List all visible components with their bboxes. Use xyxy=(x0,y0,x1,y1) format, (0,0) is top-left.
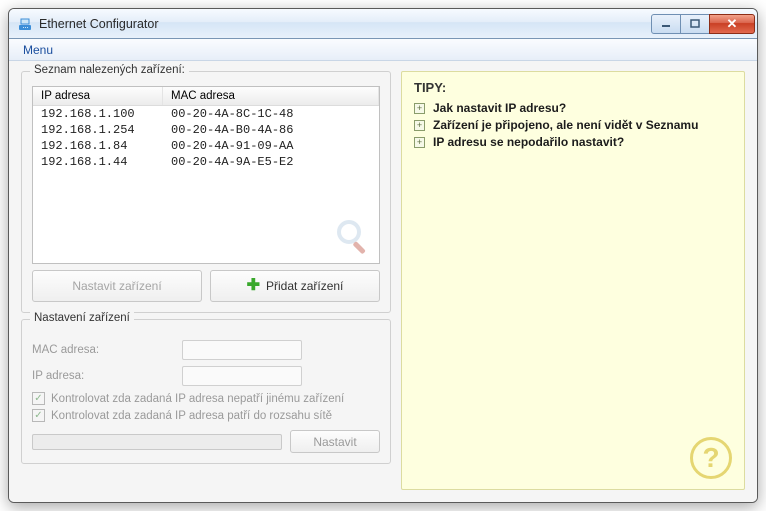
content: Seznam nalezených zařízení: IP adresa MA… xyxy=(9,61,757,502)
minimize-button[interactable] xyxy=(651,14,681,34)
expand-icon: + xyxy=(414,103,425,114)
settings-group: Nastavení zařízení MAC adresa: IP adresa… xyxy=(21,319,391,464)
col-mac-header[interactable]: MAC adresa xyxy=(163,87,379,105)
device-list-legend: Seznam nalezených zařízení: xyxy=(30,64,189,76)
tip-item[interactable]: +Jak nastavit IP adresu? xyxy=(414,101,732,115)
set-button[interactable]: Nastavit xyxy=(290,430,380,453)
window-buttons: ✕ xyxy=(652,14,755,34)
maximize-button[interactable] xyxy=(680,14,710,34)
add-device-button[interactable]: ✚ Přidat zařízení xyxy=(210,270,380,302)
window-title: Ethernet Configurator xyxy=(39,17,652,31)
menubar: Menu xyxy=(9,39,757,61)
cell-mac: 00-20-4A-91-09-AA xyxy=(163,138,379,154)
expand-icon: + xyxy=(414,137,425,148)
configure-device-button[interactable]: Nastavit zařízení xyxy=(32,270,202,302)
check-ip-conflict[interactable]: ✓ Kontrolovat zda zadaná IP adresa nepat… xyxy=(32,392,380,405)
cell-ip: 192.168.1.84 xyxy=(33,138,163,154)
ip-label: IP adresa: xyxy=(32,370,174,382)
ip-input[interactable] xyxy=(182,366,302,386)
expand-icon: + xyxy=(414,120,425,131)
mac-input[interactable] xyxy=(182,340,302,360)
tips-panel: TIPY: +Jak nastavit IP adresu? +Zařízení … xyxy=(401,71,745,490)
tip-item[interactable]: +IP adresu se nepodařilo nastavit? xyxy=(414,135,732,149)
checkbox-icon: ✓ xyxy=(32,392,45,405)
mac-label: MAC adresa: xyxy=(32,344,174,356)
left-panel: Seznam nalezených zařízení: IP adresa MA… xyxy=(21,71,391,490)
close-button[interactable]: ✕ xyxy=(709,14,755,34)
cell-ip: 192.168.1.100 xyxy=(33,106,163,122)
plus-icon: ✚ xyxy=(247,278,260,294)
cell-ip: 192.168.1.44 xyxy=(33,154,163,170)
check-ip-range[interactable]: ✓ Kontrolovat zda zadaná IP adresa patří… xyxy=(32,409,380,422)
tip-item[interactable]: +Zařízení je připojeno, ale není vidět v… xyxy=(414,118,732,132)
checkbox-icon: ✓ xyxy=(32,409,45,422)
magnify-icon xyxy=(335,218,371,257)
app-icon xyxy=(17,16,33,32)
col-ip-header[interactable]: IP adresa xyxy=(33,87,163,105)
device-list[interactable]: IP adresa MAC adresa 192.168.1.10000-20-… xyxy=(32,86,380,264)
table-row[interactable]: 192.168.1.8400-20-4A-91-09-AA xyxy=(33,138,379,154)
table-row[interactable]: 192.168.1.10000-20-4A-8C-1C-48 xyxy=(33,106,379,122)
device-list-group: Seznam nalezených zařízení: IP adresa MA… xyxy=(21,71,391,313)
settings-legend: Nastavení zařízení xyxy=(30,312,134,324)
cell-ip: 192.168.1.254 xyxy=(33,122,163,138)
progress-bar xyxy=(32,434,282,450)
device-list-header: IP adresa MAC adresa xyxy=(33,87,379,106)
device-button-row: Nastavit zařízení ✚ Přidat zařízení xyxy=(32,270,380,302)
app-window: Ethernet Configurator ✕ Menu Seznam nale… xyxy=(8,8,758,503)
table-row[interactable]: 192.168.1.25400-20-4A-B0-4A-86 xyxy=(33,122,379,138)
help-icon[interactable]: ? xyxy=(690,437,732,479)
tips-title: TIPY: xyxy=(414,80,732,95)
cell-mac: 00-20-4A-8C-1C-48 xyxy=(163,106,379,122)
table-row[interactable]: 192.168.1.4400-20-4A-9A-E5-E2 xyxy=(33,154,379,170)
cell-mac: 00-20-4A-B0-4A-86 xyxy=(163,122,379,138)
cell-mac: 00-20-4A-9A-E5-E2 xyxy=(163,154,379,170)
titlebar[interactable]: Ethernet Configurator ✕ xyxy=(9,9,757,39)
menu-item[interactable]: Menu xyxy=(15,41,61,59)
